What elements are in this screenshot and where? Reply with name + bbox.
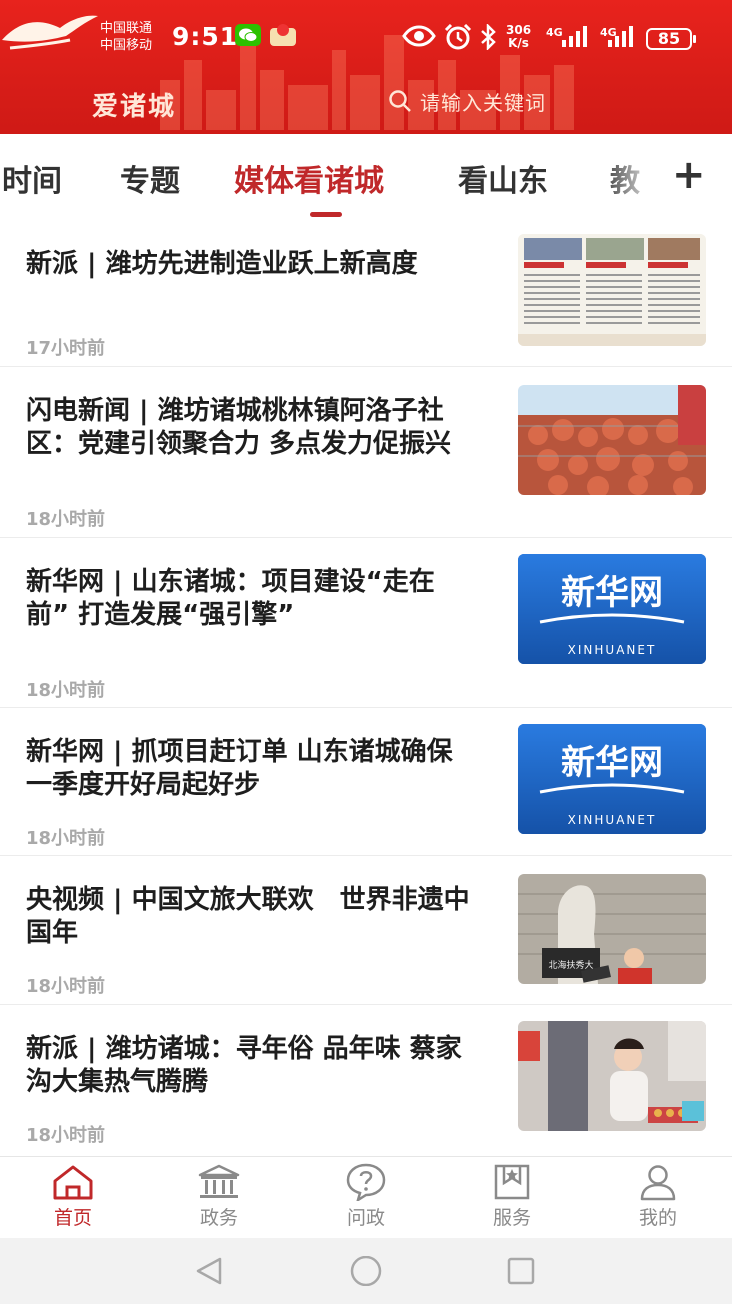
bluetooth-icon: [481, 24, 496, 50]
news-title: 新华网 | 抓项目赶订单 山东诸城确保一季度开好局起好步: [26, 737, 453, 800]
news-time: 18小时前: [26, 1125, 106, 1146]
sweet-potato-thumbnail: [518, 385, 706, 495]
alarm-icon: [444, 24, 472, 50]
app-notification-icon: [270, 24, 296, 46]
search-icon: [389, 90, 411, 112]
museum-sign-text: 北海扶秀大: [548, 959, 593, 971]
tab-shandong[interactable]: 看山东: [458, 156, 548, 200]
news-title: 新华网 | 山东诸城：项目建设“走在前” 打造发展“强引擎”: [26, 567, 435, 630]
news-title: 新派 | 潍坊诸城：寻年俗 品年味 蔡家沟大集热气腾腾: [26, 1034, 462, 1097]
add-channel-icon[interactable]: +: [672, 152, 706, 198]
bird-logo-icon: [2, 15, 98, 50]
nav-inquiry[interactable]: 问政: [316, 1163, 416, 1230]
carrier-2: 中国移动: [100, 38, 153, 53]
news-item[interactable]: 闪电新闻 | 潍坊诸城桃林镇阿洛子社区：党建引领聚合力 多点发力促振兴 18小时…: [0, 367, 732, 538]
search-bar[interactable]: 请输入关键词: [380, 80, 680, 122]
category-tabs: 时间 专题 媒体看诸城 看山东 教 +: [0, 134, 732, 224]
news-item[interactable]: 新派 | 潍坊诸城：寻年俗 品年味 蔡家沟大集热气腾腾 18小时前: [0, 1005, 732, 1156]
nav-label: 我的: [638, 1207, 677, 1229]
carrier-1: 中国联通: [100, 21, 153, 36]
nav-service[interactable]: 服务: [462, 1163, 562, 1230]
news-time: 18小时前: [26, 828, 106, 849]
news-time: 18小时前: [26, 509, 106, 530]
news-feed: 新派 | 潍坊先进制造业跃上新高度 17小时前 闪电新闻 | 潍坊诸城桃林镇阿洛…: [0, 224, 732, 1156]
battery-indicator: 85: [646, 28, 696, 50]
tab-time[interactable]: 时间: [2, 156, 62, 200]
service-bookmark-icon: [494, 1164, 530, 1200]
xinhua-cn-logo-text: 新华网: [561, 573, 663, 613]
system-navigation-bar: [0, 1238, 732, 1304]
news-time: 18小时前: [26, 976, 106, 997]
news-item[interactable]: 新派 | 潍坊先进制造业跃上新高度 17小时前: [0, 224, 732, 367]
news-item[interactable]: 央视频 | 中国文旅大联欢 世界非遗中国年 18小时前 北海扶秀大: [0, 856, 732, 1005]
wechat-notification-icon: [235, 24, 261, 46]
nav-label: 问政: [346, 1207, 385, 1229]
network-speed: 306 K/s: [506, 23, 532, 50]
tab-media-view[interactable]: 媒体看诸城: [234, 156, 384, 200]
news-title: 央视频 | 中国文旅大联欢 世界非遗中国年: [26, 885, 470, 948]
xinhua-cn-logo-text: 新华网: [561, 743, 663, 783]
recent-apps-icon[interactable]: [506, 1256, 536, 1286]
nav-label: 服务: [492, 1207, 531, 1229]
bottom-navigation: 首页 政务 问政 服务 我的: [0, 1156, 732, 1238]
news-title: 新派 | 潍坊先进制造业跃上新高度: [26, 249, 418, 279]
government-building-icon: [198, 1164, 240, 1198]
xinhua-en-logo-text: XINHUANET: [568, 813, 657, 827]
news-item[interactable]: 新华网 | 山东诸城：项目建设“走在前” 打造发展“强引擎” 18小时前 新华网…: [0, 538, 732, 708]
question-bubble-icon: [346, 1163, 386, 1201]
news-item[interactable]: 新华网 | 抓项目赶订单 山东诸城确保一季度开好局起好步 18小时前 新华网 X…: [0, 708, 732, 856]
app-header: 中国联通 中国移动 9:51 306 K/s 4G 4G 85 爱诸城 请输入关…: [0, 0, 732, 134]
nav-label: 首页: [53, 1207, 92, 1229]
news-time: 18小时前: [26, 680, 106, 701]
status-time: 9:51: [172, 22, 239, 51]
nav-profile[interactable]: 我的: [608, 1163, 708, 1230]
home-icon: [53, 1165, 93, 1200]
xinhua-en-logo-text: XINHUANET: [568, 643, 657, 657]
active-tab-indicator: [310, 212, 342, 217]
tab-topics[interactable]: 专题: [120, 156, 180, 200]
nav-government[interactable]: 政务: [169, 1163, 269, 1230]
eye-comfort-icon: [402, 25, 436, 47]
search-placeholder: 请输入关键词: [420, 90, 546, 115]
xinhuanet-logo: 新华网 XINHUANET: [518, 724, 706, 834]
signal-strength-icon: [562, 26, 587, 47]
xinhuanet-logo: 新华网 XINHUANET: [518, 554, 706, 664]
news-title: 闪电新闻 | 潍坊诸城桃林镇阿洛子社区：党建引领聚合力 多点发力促振兴: [26, 396, 452, 459]
user-profile-icon: [640, 1165, 676, 1201]
home-circle-icon[interactable]: [349, 1256, 383, 1286]
signal-strength-icon: [608, 26, 633, 47]
back-icon[interactable]: [194, 1256, 224, 1286]
app-title: 爱诸城: [92, 92, 177, 122]
nav-label: 政务: [199, 1207, 238, 1229]
nav-home[interactable]: 首页: [23, 1163, 123, 1230]
market-child-thumbnail: [518, 1021, 706, 1131]
news-time: 17小时前: [26, 338, 106, 359]
statue-museum-thumbnail: 北海扶秀大: [518, 874, 706, 984]
carrier-info: 中国联通 中国移动: [100, 20, 152, 54]
newspaper-thumbnail: [518, 234, 706, 346]
